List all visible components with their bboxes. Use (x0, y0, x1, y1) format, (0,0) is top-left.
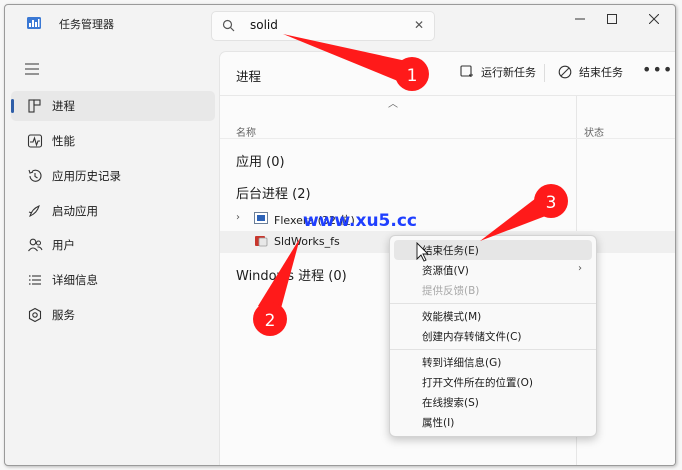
header-divider (220, 95, 675, 96)
group-background: 后台进程 (2) (236, 187, 311, 202)
toolbar-divider (544, 64, 545, 82)
sidebar-item-app-history[interactable]: 应用历史记录 (11, 161, 215, 191)
sidebar-item-label: 性能 (52, 134, 75, 148)
app-title: 任务管理器 (59, 18, 114, 31)
context-menu: 结束任务(E) 资源值(V) › 提供反馈(B) 效能模式(M) 创建内存转储文… (389, 235, 597, 437)
menu-item-label: 打开文件所在的位置(O) (422, 377, 533, 389)
sort-ascending-icon[interactable]: ︿ (388, 95, 398, 110)
flexera-icon (254, 212, 268, 224)
sidebar-item-processes[interactable]: 进程 (11, 91, 215, 121)
sidebar-item-performance[interactable]: 性能 (11, 126, 215, 156)
task-manager-icon (27, 17, 41, 29)
run-new-task-button[interactable]: 运行新任务 (460, 64, 536, 80)
task-manager-window: 任务管理器 ✕ (4, 4, 676, 466)
close-icon (649, 14, 659, 24)
menu-item-resource-values[interactable]: 资源值(V) › (394, 260, 592, 280)
search-icon (222, 19, 235, 32)
close-button[interactable] (635, 5, 673, 33)
maximize-button[interactable] (593, 5, 631, 33)
hamburger-menu-icon[interactable] (25, 63, 39, 75)
column-header-status[interactable]: 状态 (584, 124, 604, 139)
menu-item-label: 提供反馈(B) (422, 285, 480, 297)
sidebar-item-label: 用户 (52, 238, 75, 252)
sidebar-item-startup[interactable]: 启动应用 (11, 196, 215, 226)
minimize-icon (575, 18, 585, 20)
search-input[interactable] (250, 18, 400, 32)
watermark-text: www.xu5.cc (303, 211, 417, 231)
sidebar-item-label: 进程 (52, 99, 75, 113)
menu-item-label: 属性(I) (422, 417, 455, 429)
page-title: 进程 (236, 69, 262, 84)
sidebar: 进程 性能 应用历史记录 启动应用 用户 详细信息 服务 (5, 45, 219, 465)
solidworks-icon (255, 236, 268, 247)
menu-separator (390, 303, 596, 304)
menu-item-efficiency-mode[interactable]: 效能模式(M) (394, 306, 592, 326)
more-options-icon[interactable]: ••• (642, 60, 673, 79)
process-row[interactable]: › Flexera (32 位) (220, 208, 675, 230)
menu-item-label: 结束任务(E) (422, 245, 479, 257)
end-task-icon (558, 65, 572, 79)
clear-search-icon[interactable]: ✕ (414, 18, 424, 32)
menu-item-create-dump[interactable]: 创建内存转储文件(C) (394, 326, 592, 346)
users-icon (28, 238, 43, 252)
menu-item-go-to-details[interactable]: 转到详细信息(G) (394, 352, 592, 372)
sidebar-item-label: 应用历史记录 (52, 169, 121, 183)
column-header-divider (220, 138, 675, 139)
sidebar-item-users[interactable]: 用户 (11, 230, 215, 260)
sidebar-item-label: 启动应用 (52, 204, 98, 218)
end-task-button[interactable]: 结束任务 (558, 64, 623, 80)
menu-item-label: 资源值(V) (422, 265, 469, 277)
app-history-icon (28, 169, 42, 182)
menu-item-label: 转到详细信息(G) (422, 357, 502, 369)
details-icon (29, 275, 41, 285)
menu-item-label: 创建内存转储文件(C) (422, 331, 522, 343)
chevron-right-icon: › (578, 263, 582, 274)
sidebar-item-label: 服务 (52, 308, 75, 322)
performance-icon (27, 134, 43, 148)
sidebar-item-label: 详细信息 (52, 273, 98, 287)
processes-icon (28, 99, 41, 113)
sidebar-item-details[interactable]: 详细信息 (11, 265, 215, 295)
chevron-right-icon[interactable]: › (236, 212, 240, 223)
process-name: SldWorks_fs (274, 235, 340, 248)
group-apps: 应用 (0) (236, 155, 285, 170)
search-box[interactable]: ✕ (211, 11, 435, 41)
menu-item-feedback: 提供反馈(B) (394, 280, 592, 300)
menu-item-label: 在线搜索(S) (422, 397, 479, 409)
menu-item-open-file-location[interactable]: 打开文件所在的位置(O) (394, 372, 592, 392)
end-task-label: 结束任务 (579, 66, 623, 79)
menu-item-properties[interactable]: 属性(I) (394, 412, 592, 432)
startup-icon (28, 205, 40, 217)
sidebar-item-services[interactable]: 服务 (11, 300, 215, 330)
menu-separator (390, 349, 596, 350)
group-windows: Windows 进程 (0) (236, 269, 347, 284)
active-indicator (11, 99, 14, 113)
column-header-name[interactable]: 名称 (236, 124, 256, 139)
maximize-icon (607, 14, 617, 24)
services-icon (28, 307, 42, 323)
menu-item-search-online[interactable]: 在线搜索(S) (394, 392, 592, 412)
menu-item-label: 效能模式(M) (422, 311, 482, 323)
title-bar: 任务管理器 ✕ (5, 5, 675, 45)
run-new-task-label: 运行新任务 (481, 66, 536, 79)
menu-item-end-task[interactable]: 结束任务(E) (394, 240, 592, 260)
run-new-task-icon (460, 65, 473, 77)
